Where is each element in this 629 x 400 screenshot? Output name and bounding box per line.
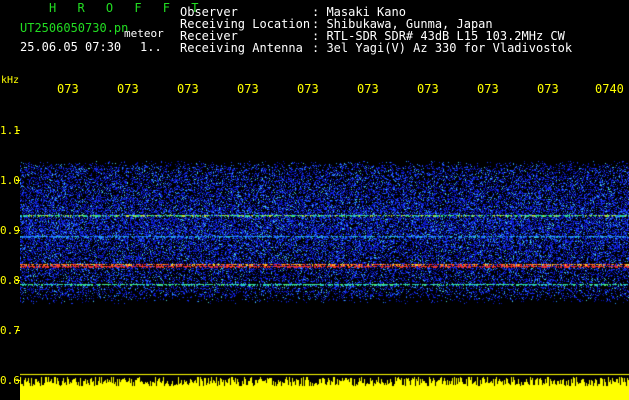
time-tick-label: 073: [417, 82, 439, 96]
time-tick-label: 073: [357, 82, 379, 96]
spectrogram-canvas: [20, 98, 629, 400]
file-name: UT2506050730.pn: [20, 21, 129, 35]
time-tick-label: 073: [297, 82, 319, 96]
time-tick-label: 0740: [595, 82, 624, 96]
spectrogram-plot: [20, 98, 629, 400]
station-info-labels: Observer Receiving Location Receiver Rec…: [180, 5, 311, 55]
time-tick-label: 073: [237, 82, 259, 96]
time-tick-label: 073: [57, 82, 79, 96]
meteor-count: 1..: [140, 40, 162, 54]
timestamp: 25.06.05 07:30: [20, 40, 122, 54]
time-tick-label: 073: [477, 82, 499, 96]
frequency-unit-label: kHz: [1, 75, 20, 86]
station-info-values: : Masaki Kano : Shibukawa, Gunma, Japan …: [312, 5, 573, 55]
meteor-tag: meteor: [124, 27, 164, 40]
time-tick-label: 073: [177, 82, 199, 96]
time-tick-label: 073: [537, 82, 559, 96]
time-tick-label: 073: [117, 82, 139, 96]
